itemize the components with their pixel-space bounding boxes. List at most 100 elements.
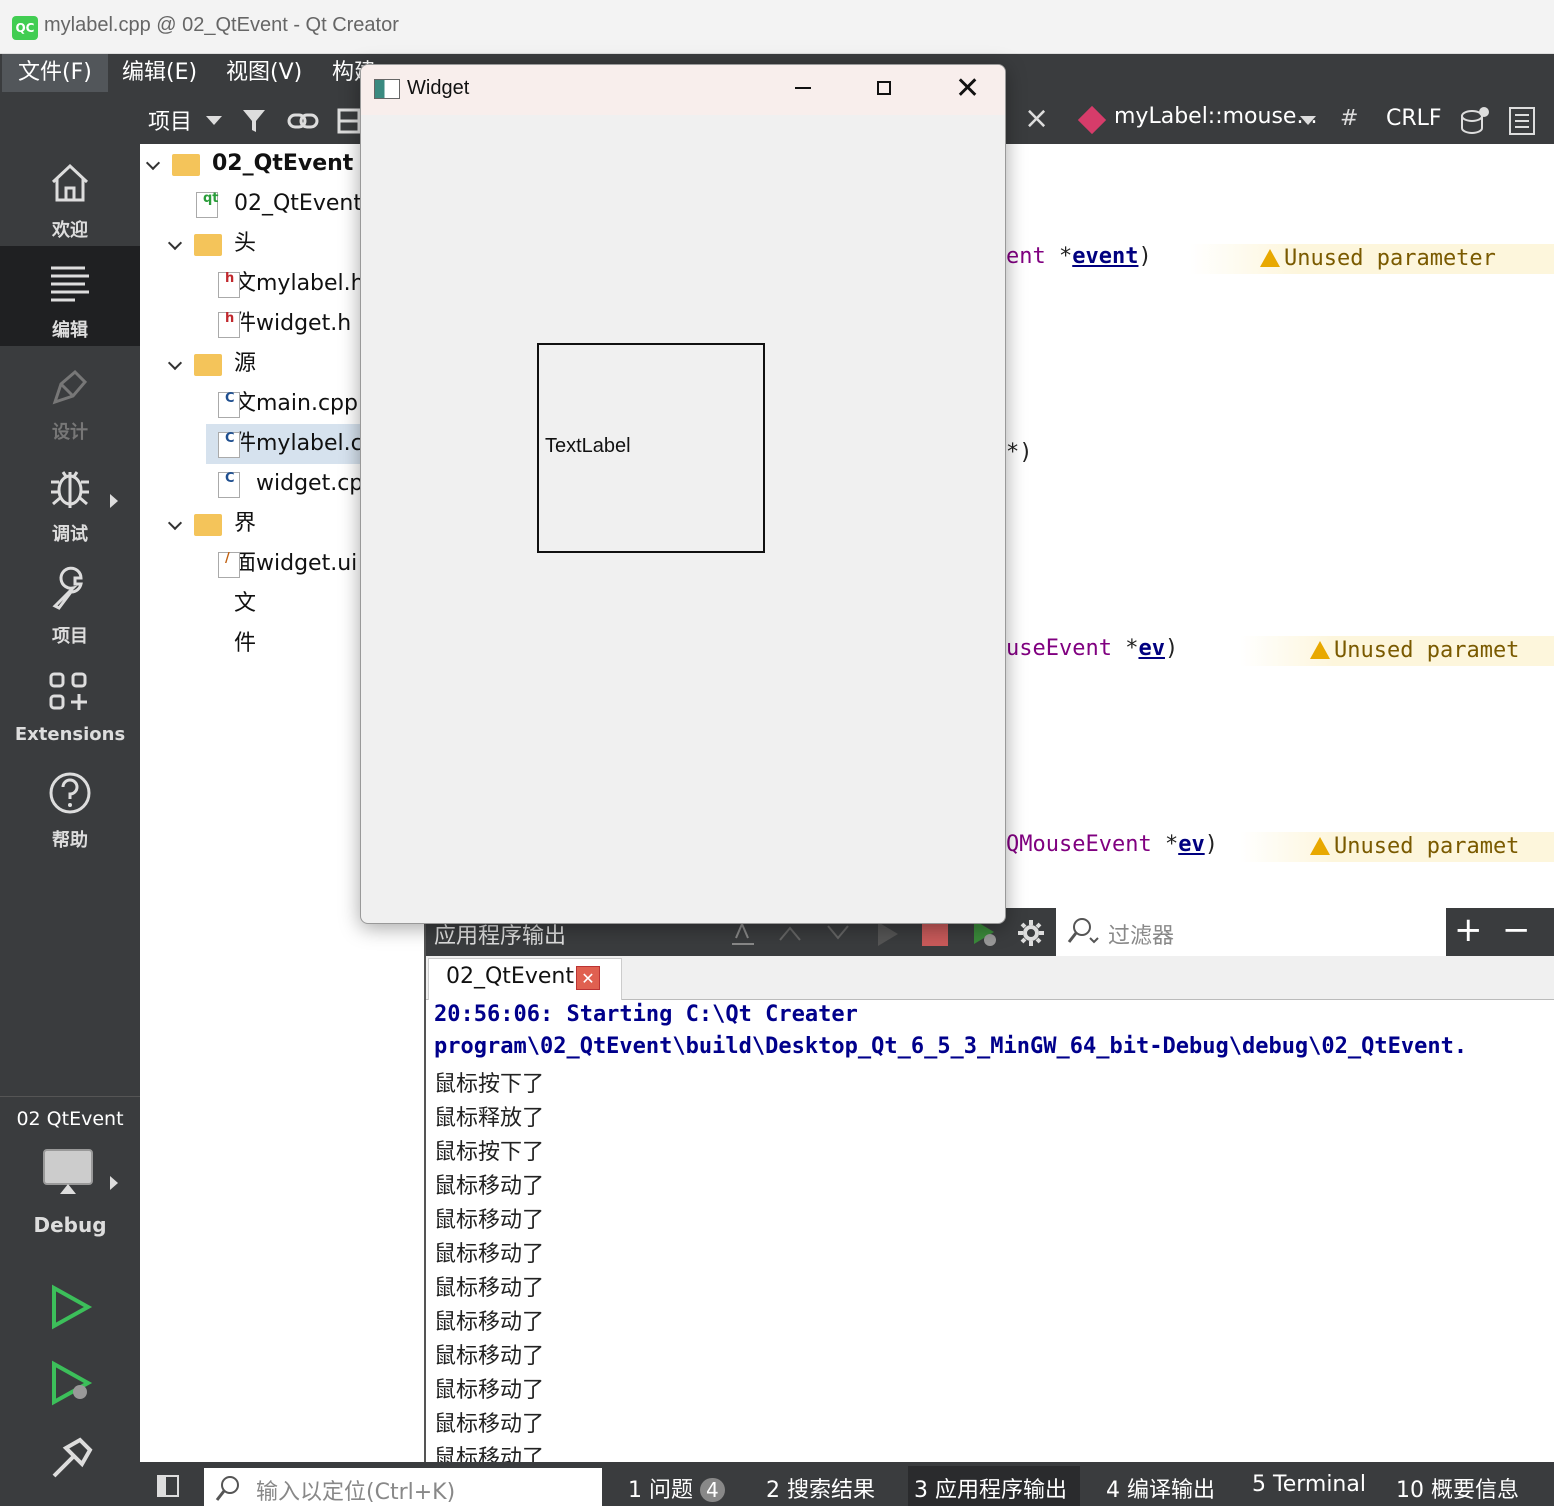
header-folder-icon: [194, 234, 222, 256]
cpp-file-icon: C: [218, 391, 240, 418]
kit-build-config: Debug: [33, 1213, 107, 1237]
tree-file-label: main.cpp: [256, 391, 358, 416]
general-messages-button[interactable]: 10 概要信息: [1396, 1472, 1519, 1504]
code-line[interactable]: *): [1006, 440, 1033, 465]
outline-icon[interactable]: [1508, 106, 1536, 136]
mode-welcome-label: 欢迎: [52, 220, 88, 241]
widget-title: Widget: [407, 77, 470, 99]
widget-app-icon: [374, 79, 400, 99]
text-label: TextLabel: [545, 435, 631, 457]
mode-projects[interactable]: 项目: [0, 552, 140, 652]
tree-file-label: mylabel.h: [256, 271, 365, 296]
widget-title-bar[interactable]: Widget ✕: [361, 65, 1005, 115]
output-start-line: program\02_QtEvent\build\Desktop_Qt_6_5_…: [434, 1034, 1468, 1059]
line-ending-selector[interactable]: CRLF: [1386, 106, 1442, 131]
home-icon: [51, 163, 89, 202]
locator-placeholder: 输入以定位(Ctrl+K): [256, 1480, 456, 1505]
output-line: 鼠标移动了: [434, 1378, 545, 1403]
output-log[interactable]: 20:56:06: Starting C:\Qt Creater program…: [426, 1000, 1554, 1462]
mode-edit[interactable]: 编辑: [0, 246, 140, 346]
issues-pane-button[interactable]: 1 问题 4: [628, 1472, 725, 1504]
maximize-icon[interactable]: [877, 81, 891, 95]
run-output-icon[interactable]: [874, 920, 900, 948]
mode-extensions-label: Extensions: [14, 724, 126, 745]
close-document-icon[interactable]: ×: [1024, 104, 1049, 134]
mode-edit-label: 编辑: [52, 320, 88, 341]
forms-folder-icon: [194, 514, 222, 536]
menu-file[interactable]: 文件(F): [2, 54, 108, 92]
minimize-icon[interactable]: [795, 87, 811, 89]
down-arrow-icon[interactable]: [826, 924, 850, 942]
up-arrow-icon[interactable]: [778, 924, 802, 942]
tree-pro-label: 02_QtEvent.: [234, 191, 369, 216]
tree-forms-label: 界面文件: [234, 511, 257, 656]
remove-output-button[interactable]: −: [1502, 910, 1531, 950]
warning-annotation: Unused parameter: [1190, 244, 1554, 274]
filter-icon[interactable]: [240, 106, 270, 136]
close-icon[interactable]: ✕: [576, 966, 600, 990]
code-line[interactable]: useEvent *ev): [1006, 636, 1178, 661]
warning-icon: [1310, 837, 1330, 855]
bug-icon: [51, 471, 89, 508]
issues-count-badge: 4: [700, 1478, 725, 1502]
menu-view[interactable]: 视图(V): [210, 54, 318, 92]
locator-search-icon: [215, 1476, 239, 1501]
mode-design-label: 设计: [52, 422, 88, 443]
mode-debug[interactable]: 调试: [0, 450, 140, 550]
symbol-arrow-icon: [1300, 116, 1316, 125]
monitor-icon[interactable]: [42, 1148, 98, 1200]
tree-file-label: widget.h: [256, 311, 352, 336]
compile-output-button[interactable]: 4 编译输出: [1106, 1472, 1215, 1504]
widget-window[interactable]: Widget ✕ TextLabel: [360, 64, 1006, 924]
cpp-file-icon: C: [218, 431, 240, 458]
debug-run-icon[interactable]: [48, 1360, 94, 1406]
output-line: 鼠标移动了: [434, 1446, 545, 1462]
mode-debug-label: 调试: [52, 524, 88, 545]
warning-annotation: Unused paramet: [1240, 832, 1554, 862]
code-line[interactable]: QMouseEvent *ev): [1006, 832, 1218, 857]
mode-design[interactable]: 设计: [0, 348, 140, 448]
add-output-button[interactable]: +: [1454, 910, 1483, 950]
kit-selector-arrow-icon[interactable]: [110, 1176, 118, 1190]
output-line: 鼠标移动了: [434, 1344, 545, 1369]
issues-label: 1 问题: [628, 1478, 693, 1503]
text-label-widget[interactable]: TextLabel: [537, 343, 765, 553]
mode-help[interactable]: 帮助: [0, 756, 140, 856]
window-title: mylabel.cpp @ 02_QtEvent - Qt Creator: [44, 14, 399, 36]
tree-file-label: mylabel.cp: [256, 431, 377, 456]
menu-edit[interactable]: 编辑(E): [106, 54, 213, 92]
mode-welcome[interactable]: 欢迎: [0, 146, 140, 246]
gear-icon[interactable]: [1016, 918, 1046, 948]
search-results-button[interactable]: 2 搜索结果: [766, 1472, 875, 1504]
app-output-button[interactable]: 3 应用程序输出: [914, 1472, 1067, 1504]
output-line: 鼠标按下了: [434, 1140, 545, 1165]
code-line[interactable]: ent *event): [1006, 244, 1152, 269]
project-view-combo[interactable]: 项目: [148, 104, 192, 136]
mode-help-label: 帮助: [52, 830, 88, 851]
terminal-button[interactable]: 5 Terminal: [1252, 1472, 1366, 1497]
combo-arrow-icon: [206, 116, 222, 125]
filter-placeholder: 过滤器: [1108, 924, 1175, 949]
split-icon[interactable]: [336, 106, 360, 136]
pen-icon: [52, 369, 88, 405]
mode-extensions[interactable]: Extensions: [0, 654, 140, 754]
symbol-selector[interactable]: myLabel::mouse...: [1114, 104, 1317, 129]
warning-icon: [1260, 249, 1280, 267]
help-icon: [49, 772, 91, 814]
toggle-sidebar-icon[interactable]: [156, 1474, 180, 1498]
hash-label[interactable]: #: [1340, 106, 1358, 131]
header-file-icon: h: [218, 311, 240, 338]
mode-projects-label: 项目: [52, 626, 88, 647]
debug-expand-icon: [110, 494, 118, 508]
output-line: 鼠标移动了: [434, 1310, 545, 1335]
title-bar: QC mylabel.cpp @ 02_QtEvent - Qt Creator: [0, 0, 1554, 54]
run-icon[interactable]: [48, 1284, 94, 1330]
link-icon[interactable]: [286, 106, 320, 136]
tree-root-label: 02_QtEvent: [212, 151, 354, 176]
header-file-icon: h: [218, 271, 240, 298]
settings-db-icon[interactable]: [1458, 104, 1492, 136]
output-start-line: 20:56:06: Starting C:\Qt Creater: [434, 1002, 858, 1027]
build-hammer-icon[interactable]: [48, 1436, 94, 1482]
cpp-file-icon: C: [218, 471, 240, 498]
close-icon[interactable]: ✕: [955, 71, 980, 107]
